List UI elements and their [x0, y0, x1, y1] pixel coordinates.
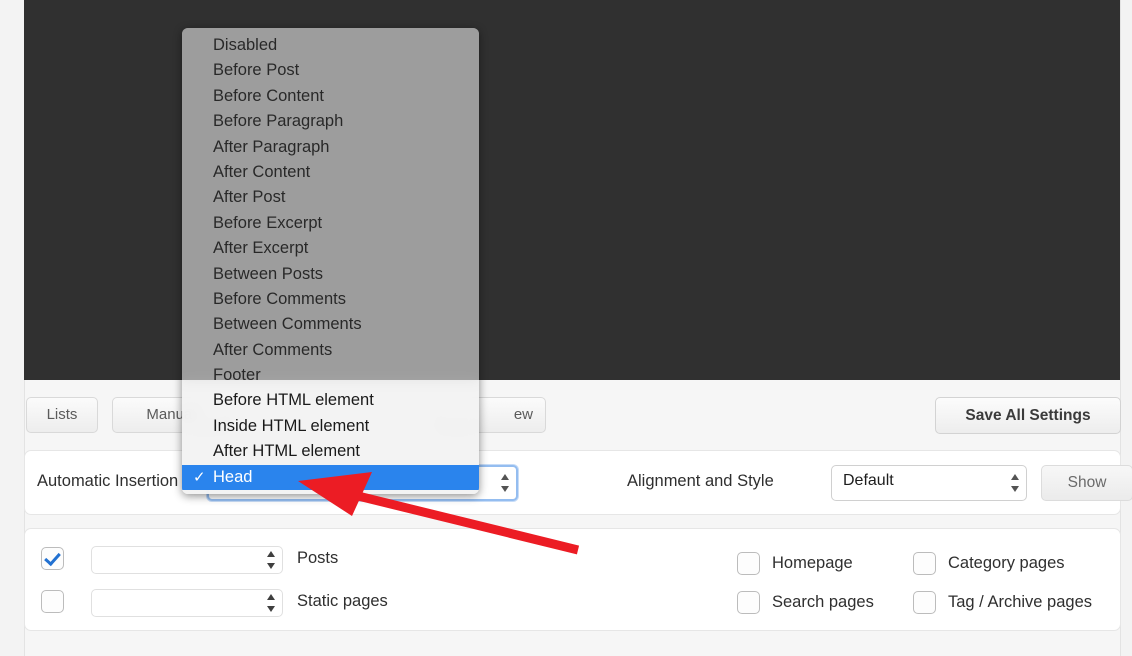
- dropdown-item[interactable]: Before Comments: [182, 287, 479, 312]
- dropdown-item[interactable]: Before HTML element: [182, 388, 479, 413]
- posts-checkbox[interactable]: [41, 547, 64, 570]
- static-pages-checkbox[interactable]: [41, 590, 64, 613]
- dropdown-item-label: Before Comments: [213, 290, 346, 308]
- dropdown-item-list: Disabled Before Post Before Content Before …: [182, 28, 479, 494]
- scope-row-posts: [41, 547, 64, 570]
- stepper-icon: [500, 474, 509, 492]
- dropdown-item[interactable]: After Comments: [182, 338, 479, 363]
- dropdown-item[interactable]: Between Posts: [182, 262, 479, 287]
- stepper-icon: [1010, 474, 1019, 492]
- checkbox-category-pages[interactable]: Category pages: [913, 552, 1065, 575]
- alignment-and-style-value: Default: [843, 472, 894, 489]
- dropdown-item-label: Between Posts: [213, 265, 323, 283]
- dropdown-item-label: Footer: [213, 366, 261, 384]
- search-pages-label: Search pages: [772, 593, 874, 612]
- show-button[interactable]: Show: [1041, 465, 1132, 501]
- dropdown-item-label: After Excerpt: [213, 239, 308, 257]
- homepage-label: Homepage: [772, 554, 853, 573]
- dropdown-item-label: Disabled: [213, 36, 277, 54]
- dropdown-item-label: After Paragraph: [213, 138, 329, 156]
- dropdown-item-label: Between Comments: [213, 315, 362, 333]
- dropdown-item-label: Before Paragraph: [213, 112, 343, 130]
- dropdown-item[interactable]: ✓ Head: [182, 465, 479, 490]
- category-pages-checkbox[interactable]: [913, 552, 936, 575]
- homepage-checkbox[interactable]: [737, 552, 760, 575]
- tag-archive-pages-label: Tag / Archive pages: [948, 593, 1092, 612]
- dropdown-item-label: Before Content: [213, 87, 324, 105]
- check-icon: ✓: [193, 465, 206, 490]
- dropdown-item-label: Head: [213, 468, 252, 486]
- dropdown-item-label: After Content: [213, 163, 310, 181]
- dropdown-item[interactable]: Inside HTML element: [182, 414, 479, 439]
- category-pages-label: Category pages: [948, 554, 1065, 573]
- checkbox-tag-archive-pages[interactable]: Tag / Archive pages: [913, 591, 1092, 614]
- dropdown-item-label: Inside HTML element: [213, 417, 369, 435]
- dropdown-item[interactable]: After Post: [182, 185, 479, 210]
- screenshot-root: Lists Manual ew Save All Settings Automa…: [0, 0, 1132, 656]
- static-pages-filter-select[interactable]: [91, 589, 283, 617]
- dropdown-item[interactable]: After Excerpt: [182, 236, 479, 261]
- dropdown-item-label: Before Post: [213, 61, 299, 79]
- posts-filter-select[interactable]: [91, 546, 283, 574]
- dropdown-item[interactable]: After HTML element: [182, 439, 479, 464]
- dropdown-item-label: Before Excerpt: [213, 214, 322, 232]
- alignment-and-style-label: Alignment and Style: [627, 472, 774, 491]
- dropdown-item[interactable]: Footer: [182, 363, 479, 388]
- dropdown-item[interactable]: After Content: [182, 160, 479, 185]
- stepper-icon: [266, 594, 275, 612]
- dropdown-item[interactable]: Before Post: [182, 58, 479, 83]
- save-all-settings-button[interactable]: Save All Settings: [935, 397, 1121, 434]
- dropdown-item[interactable]: Between Comments: [182, 312, 479, 337]
- scope-row-static-pages: [41, 590, 64, 613]
- dropdown-item[interactable]: After Paragraph: [182, 135, 479, 160]
- dropdown-item-label: After Post: [213, 188, 285, 206]
- dropdown-item-label: After Comments: [213, 341, 332, 359]
- dropdown-item[interactable]: Before Content: [182, 84, 479, 109]
- checkbox-search-pages[interactable]: Search pages: [737, 591, 874, 614]
- tag-archive-pages-checkbox[interactable]: [913, 591, 936, 614]
- dropdown-item-label: Before HTML element: [213, 391, 374, 409]
- dropdown-item[interactable]: Before Excerpt: [182, 211, 479, 236]
- automatic-insertion-dropdown-menu[interactable]: Disabled Before Post Before Content Before …: [182, 28, 479, 494]
- posts-label: Posts: [297, 549, 338, 568]
- stepper-icon: [266, 551, 275, 569]
- checkbox-homepage[interactable]: Homepage: [737, 552, 853, 575]
- search-pages-checkbox[interactable]: [737, 591, 760, 614]
- automatic-insertion-label: Automatic Insertion: [37, 472, 178, 491]
- static-pages-label: Static pages: [297, 592, 388, 611]
- dropdown-item[interactable]: Disabled: [182, 33, 479, 58]
- alignment-and-style-select[interactable]: Default: [831, 465, 1027, 501]
- dropdown-item-label: After HTML element: [213, 442, 360, 460]
- tab-lists[interactable]: Lists: [26, 397, 98, 433]
- dropdown-item[interactable]: Before Paragraph: [182, 109, 479, 134]
- insertion-scope-panel: Posts Static pages Homepage Category pag…: [24, 528, 1121, 631]
